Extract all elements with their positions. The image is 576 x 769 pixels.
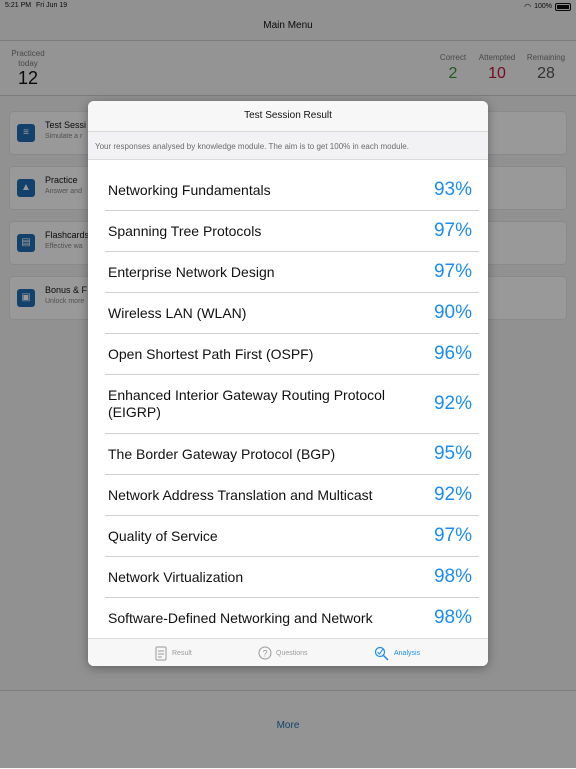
tab-label: Result xyxy=(172,649,192,657)
modal-tab-bar: Result ? Questions Analysis xyxy=(88,638,488,666)
result-icon xyxy=(155,646,167,660)
tab-questions[interactable]: ? Questions xyxy=(258,639,308,666)
test-session-result-modal: Test Session Result Your responses analy… xyxy=(88,101,488,666)
modal-info-text: Your responses analysed by knowledge mod… xyxy=(88,132,488,160)
module-results-list[interactable]: Networking Fundamentals 93% Spanning Tre… xyxy=(105,170,479,638)
module-row: Spanning Tree Protocols 97% xyxy=(105,211,479,252)
modal-title: Test Session Result xyxy=(244,110,332,121)
module-name: Enhanced Interior Gateway Routing Protoc… xyxy=(108,387,386,420)
module-name: The Border Gateway Protocol (BGP) xyxy=(108,446,336,462)
module-name: Enterprise Network Design xyxy=(108,264,275,280)
module-score: 92% xyxy=(433,484,472,505)
module-row: Network Virtualization 98% xyxy=(105,557,479,598)
module-score: 98% xyxy=(433,607,472,628)
tab-label: Questions xyxy=(276,649,308,657)
module-name: Spanning Tree Protocols xyxy=(108,223,262,239)
module-name: Networking Fundamentals xyxy=(108,182,271,198)
module-score: 97% xyxy=(433,261,472,282)
module-score: 92% xyxy=(433,393,472,414)
module-row: Software-Defined Networking and Network … xyxy=(105,598,479,638)
module-row: The Border Gateway Protocol (BGP) 95% xyxy=(105,434,479,475)
module-name: Quality of Service xyxy=(108,528,218,544)
analysis-icon xyxy=(374,646,389,661)
module-score: 93% xyxy=(433,179,472,200)
module-name: Open Shortest Path First (OSPF) xyxy=(108,346,314,362)
module-row: Wireless LAN (WLAN) 90% xyxy=(105,293,479,334)
tab-label: Analysis xyxy=(394,649,421,657)
module-name: Wireless LAN (WLAN) xyxy=(108,305,247,321)
modal-header: Test Session Result xyxy=(88,101,488,132)
tab-analysis[interactable]: Analysis xyxy=(374,639,420,666)
module-score: 97% xyxy=(433,220,472,241)
module-score: 96% xyxy=(433,343,472,364)
question-icon: ? xyxy=(258,646,272,660)
module-score: 95% xyxy=(433,443,472,464)
module-row: Open Shortest Path First (OSPF) 96% xyxy=(105,334,479,375)
module-name: Network Address Translation and Multicas… xyxy=(108,487,373,503)
module-row: Enhanced Interior Gateway Routing Protoc… xyxy=(105,375,479,434)
module-name: Software-Defined Networking and Network xyxy=(108,610,373,626)
module-row: Quality of Service 97% xyxy=(105,516,479,557)
module-row: Enterprise Network Design 97% xyxy=(105,252,479,293)
module-row: Network Address Translation and Multicas… xyxy=(105,475,479,516)
module-name: Network Virtualization xyxy=(108,569,244,585)
module-score: 90% xyxy=(433,302,472,323)
svg-text:?: ? xyxy=(262,649,267,659)
module-score: 98% xyxy=(433,566,472,587)
tab-result[interactable]: Result xyxy=(155,639,192,666)
module-score: 97% xyxy=(433,525,472,546)
module-row: Networking Fundamentals 93% xyxy=(105,170,479,211)
